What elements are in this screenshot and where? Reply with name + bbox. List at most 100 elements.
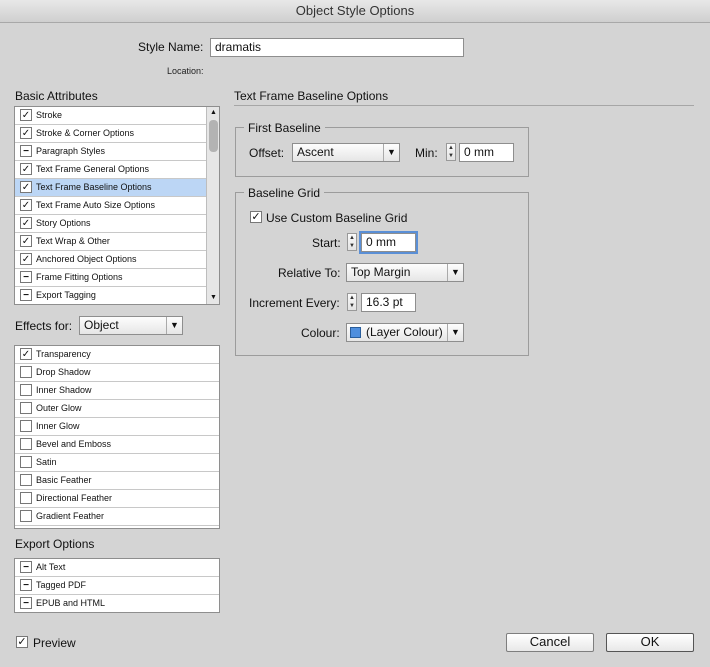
checkbox-mixed-icon[interactable]: − (20, 289, 32, 301)
increment-stepper[interactable]: ▲ ▼ (347, 293, 357, 311)
basic-attribute-item[interactable]: ✓ Text Frame Baseline Options (15, 179, 206, 197)
effect-item[interactable]: Basic Feather (15, 472, 219, 490)
min-stepper[interactable]: ▲ ▼ (446, 143, 456, 161)
basic-attribute-item[interactable]: ✓ Text Wrap & Other (15, 233, 206, 251)
effect-item-label: Satin (36, 457, 57, 467)
export-option-item-label: Alt Text (36, 562, 66, 572)
effect-item[interactable]: Inner Shadow (15, 382, 219, 400)
checkbox-checked-icon[interactable]: ✓ (20, 109, 32, 121)
checkbox-mixed-icon[interactable]: − (20, 271, 32, 283)
cancel-button[interactable]: Cancel (506, 633, 594, 652)
checkbox-mixed-icon[interactable]: − (20, 145, 32, 157)
checkbox-checked-icon[interactable]: ✓ (20, 253, 32, 265)
increment-input[interactable]: 16.3 pt (361, 293, 416, 312)
basic-attributes-title: Basic Attributes (15, 89, 98, 103)
offset-value: Ascent (297, 145, 334, 159)
relative-to-value: Top Margin (351, 265, 411, 279)
effect-item-label: Basic Feather (36, 475, 92, 485)
stepper-up-icon[interactable]: ▲ (348, 294, 356, 302)
checkbox-unchecked-icon[interactable] (20, 384, 32, 396)
style-name-input[interactable]: dramatis (210, 38, 464, 57)
effect-item[interactable]: Bevel and Emboss (15, 436, 219, 454)
checkbox-checked-icon[interactable]: ✓ (20, 348, 32, 360)
ok-button[interactable]: OK (606, 633, 694, 652)
effect-item[interactable]: ✓ Transparency (15, 346, 219, 364)
location-label: Location: (167, 66, 204, 76)
checkbox-checked-icon[interactable]: ✓ (20, 235, 32, 247)
checkbox-checked-icon[interactable]: ✓ (20, 217, 32, 229)
stepper-down-icon[interactable]: ▼ (447, 152, 455, 160)
checkbox-unchecked-icon[interactable] (20, 402, 32, 414)
effect-item[interactable]: Outer Glow (15, 400, 219, 418)
panel-title: Text Frame Baseline Options (234, 89, 389, 103)
basic-attribute-item[interactable]: ✓ Stroke & Corner Options (15, 125, 206, 143)
checkbox-checked-icon[interactable]: ✓ (20, 127, 32, 139)
basic-attribute-item[interactable]: ✓ Text Frame Auto Size Options (15, 197, 206, 215)
stepper-down-icon[interactable]: ▼ (348, 242, 356, 250)
basic-attribute-item[interactable]: − Paragraph Styles (15, 143, 206, 161)
relative-to-dropdown[interactable]: Top Margin ▼ (346, 263, 464, 282)
export-option-item[interactable]: − EPUB and HTML (15, 595, 219, 612)
stepper-up-icon[interactable]: ▲ (447, 144, 455, 152)
basic-attribute-item-label: Anchored Object Options (36, 254, 137, 264)
effect-item[interactable]: Inner Glow (15, 418, 219, 436)
checkbox-unchecked-icon[interactable] (20, 366, 32, 378)
scroll-up-arrow-icon[interactable]: ▲ (208, 107, 219, 119)
checkbox-checked-icon[interactable]: ✓ (20, 163, 32, 175)
start-input[interactable]: 0 mm (359, 231, 418, 254)
basic-attribute-item-label: Export Tagging (36, 290, 96, 300)
checkbox-checked-icon[interactable]: ✓ (20, 181, 32, 193)
increment-every-label: Increment Every: (249, 296, 340, 310)
min-input[interactable]: 0 mm (459, 143, 514, 162)
effect-item[interactable]: Drop Shadow (15, 364, 219, 382)
effect-item[interactable]: Directional Feather (15, 490, 219, 508)
checkbox-unchecked-icon[interactable] (20, 438, 32, 450)
checkbox-mixed-icon[interactable]: − (20, 561, 32, 573)
checkmark-icon: ✓ (251, 211, 261, 223)
basic-attribute-item-label: Paragraph Styles (36, 146, 106, 156)
checkbox-unchecked-icon[interactable] (20, 456, 32, 468)
offset-dropdown[interactable]: Ascent ▼ (292, 143, 400, 162)
use-custom-grid-checkbox[interactable]: ✓ (250, 211, 262, 223)
export-option-item[interactable]: − Alt Text (15, 559, 219, 577)
effects-target-dropdown[interactable]: Object ▼ (79, 316, 183, 335)
basic-attribute-item-label: Stroke & Corner Options (36, 128, 135, 138)
colour-value: (Layer Colour) (366, 325, 443, 339)
stepper-down-icon[interactable]: ▼ (348, 302, 356, 310)
basic-attribute-item[interactable]: ✓ Story Options (15, 215, 206, 233)
preview-checkbox[interactable]: ✓ (16, 636, 28, 648)
basic-attribute-item[interactable]: ✓ Stroke (15, 107, 206, 125)
basic-attribute-item[interactable]: ✓ Text Frame General Options (15, 161, 206, 179)
checkbox-unchecked-icon[interactable] (20, 492, 32, 504)
checkbox-mixed-icon[interactable]: − (20, 579, 32, 591)
export-option-item[interactable]: − Tagged PDF (15, 577, 219, 595)
checkbox-unchecked-icon[interactable] (20, 474, 32, 486)
effect-item-label: Drop Shadow (36, 367, 91, 377)
effects-list: ✓ Transparency Drop Shadow Inner Shadow Oute… (14, 345, 220, 529)
basic-attribute-item[interactable]: − Export Tagging (15, 287, 206, 304)
basic-attribute-item[interactable]: ✓ Anchored Object Options (15, 251, 206, 269)
export-option-item-label: EPUB and HTML (36, 598, 106, 608)
effect-item-label: Directional Feather (36, 493, 113, 503)
checkbox-mixed-icon[interactable]: − (20, 597, 32, 609)
export-option-item-label: Tagged PDF (36, 580, 87, 590)
checkbox-checked-icon[interactable]: ✓ (20, 199, 32, 211)
scroll-down-arrow-icon[interactable]: ▼ (208, 292, 219, 304)
stepper-up-icon[interactable]: ▲ (348, 234, 356, 242)
basic-attribute-item-label: Story Options (36, 218, 91, 228)
effect-item[interactable]: Satin (15, 454, 219, 472)
start-stepper[interactable]: ▲ ▼ (347, 233, 357, 251)
scrollbar-thumb[interactable] (209, 120, 218, 152)
colour-label: Colour: (301, 326, 340, 340)
colour-dropdown[interactable]: (Layer Colour) ▼ (346, 323, 464, 342)
effect-item[interactable]: Gradient Feather (15, 508, 219, 526)
checkbox-unchecked-icon[interactable] (20, 420, 32, 432)
panel-title-divider (234, 105, 694, 106)
basic-attribute-item-label: Text Frame General Options (36, 164, 150, 174)
effect-item-label: Inner Shadow (36, 385, 92, 395)
effects-for-label: Effects for: (15, 319, 73, 333)
basic-attributes-scrollbar[interactable]: ▲ ▼ (206, 107, 219, 304)
basic-attribute-item[interactable]: − Frame Fitting Options (15, 269, 206, 287)
checkbox-unchecked-icon[interactable] (20, 510, 32, 522)
chevron-down-icon: ▼ (383, 144, 399, 161)
